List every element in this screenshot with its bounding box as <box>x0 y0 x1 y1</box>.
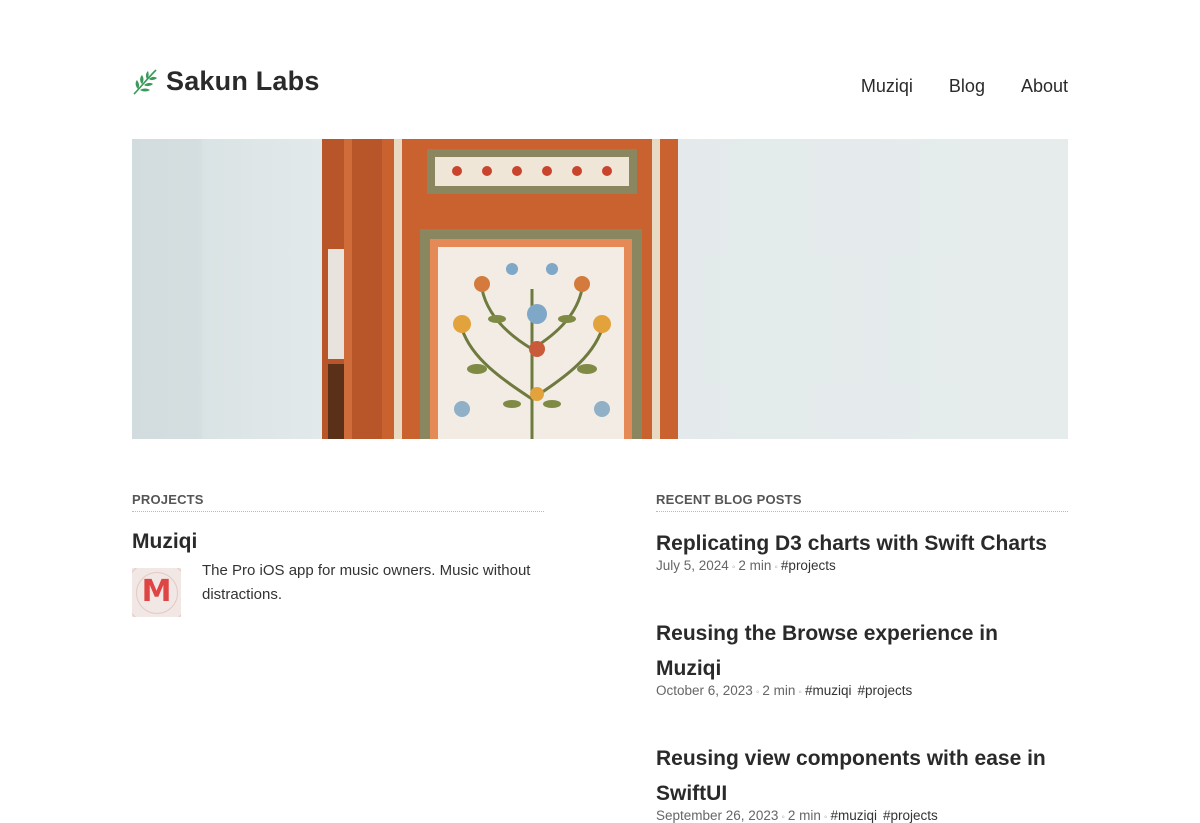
blog-section: RECENT BLOG POSTS Replicating D3 charts … <box>656 492 1068 823</box>
blog-heading: RECENT BLOG POSTS <box>656 492 1068 512</box>
projects-heading: PROJECTS <box>132 492 544 512</box>
post-meta: September 26, 2023 ◦ 2 min ◦ #muziqi #project… <box>656 808 938 823</box>
door-illustration <box>132 139 1068 439</box>
blog-post: Replicating D3 charts with Swift Charts … <box>656 526 1068 573</box>
post-read-time: 2 min <box>787 808 821 823</box>
post-tag[interactable]: #muziqi <box>805 683 852 698</box>
nav-link-blog[interactable]: Blog <box>949 76 985 97</box>
brand[interactable]: Sakun Labs <box>132 66 320 97</box>
blog-post: Reusing the Browse experience in Muziqi … <box>656 616 1068 698</box>
post-tag[interactable]: #projects <box>857 683 912 698</box>
post-meta: October 6, 2023 ◦ 2 min ◦ #muziqi #projects <box>656 683 913 698</box>
sprig-icon <box>133 68 157 95</box>
blog-post: Reusing view components with ease in Swi… <box>656 741 1068 823</box>
post-title[interactable]: Reusing view components with ease in Swi… <box>656 741 1068 811</box>
post-read-time: 2 min <box>738 558 772 573</box>
project-description: The Pro iOS app for music owners. Music … <box>202 562 531 603</box>
brand-name: Sakun Labs <box>166 66 320 96</box>
post-tag[interactable]: #projects <box>781 558 836 573</box>
post-title[interactable]: Reusing the Browse experience in Muziqi <box>656 616 1068 686</box>
post-title[interactable]: Replicating D3 charts with Swift Charts <box>656 526 1068 561</box>
app-icon-letter: M <box>141 574 172 609</box>
nav-link-about[interactable]: About <box>1021 76 1068 97</box>
post-tag[interactable]: #muziqi <box>830 808 877 823</box>
post-date: July 5, 2024 <box>656 558 729 573</box>
hero-image <box>132 139 1068 439</box>
muziqi-app-icon[interactable]: M <box>132 568 181 617</box>
post-date: October 6, 2023 <box>656 683 753 698</box>
projects-section: PROJECTS Muziqi M The Pro iOS app for mu… <box>132 492 544 617</box>
project-item: Muziqi M The Pro iOS app for music owner… <box>132 530 544 617</box>
project-title[interactable]: Muziqi <box>132 530 544 554</box>
nav-link-muziqi[interactable]: Muziqi <box>861 76 913 97</box>
main-nav: Muziqi Blog About <box>861 76 1068 97</box>
post-read-time: 2 min <box>762 683 796 698</box>
post-tag[interactable]: #projects <box>883 808 938 823</box>
site-header: Sakun Labs Muziqi Blog About <box>132 66 1068 106</box>
post-date: September 26, 2023 <box>656 808 779 823</box>
